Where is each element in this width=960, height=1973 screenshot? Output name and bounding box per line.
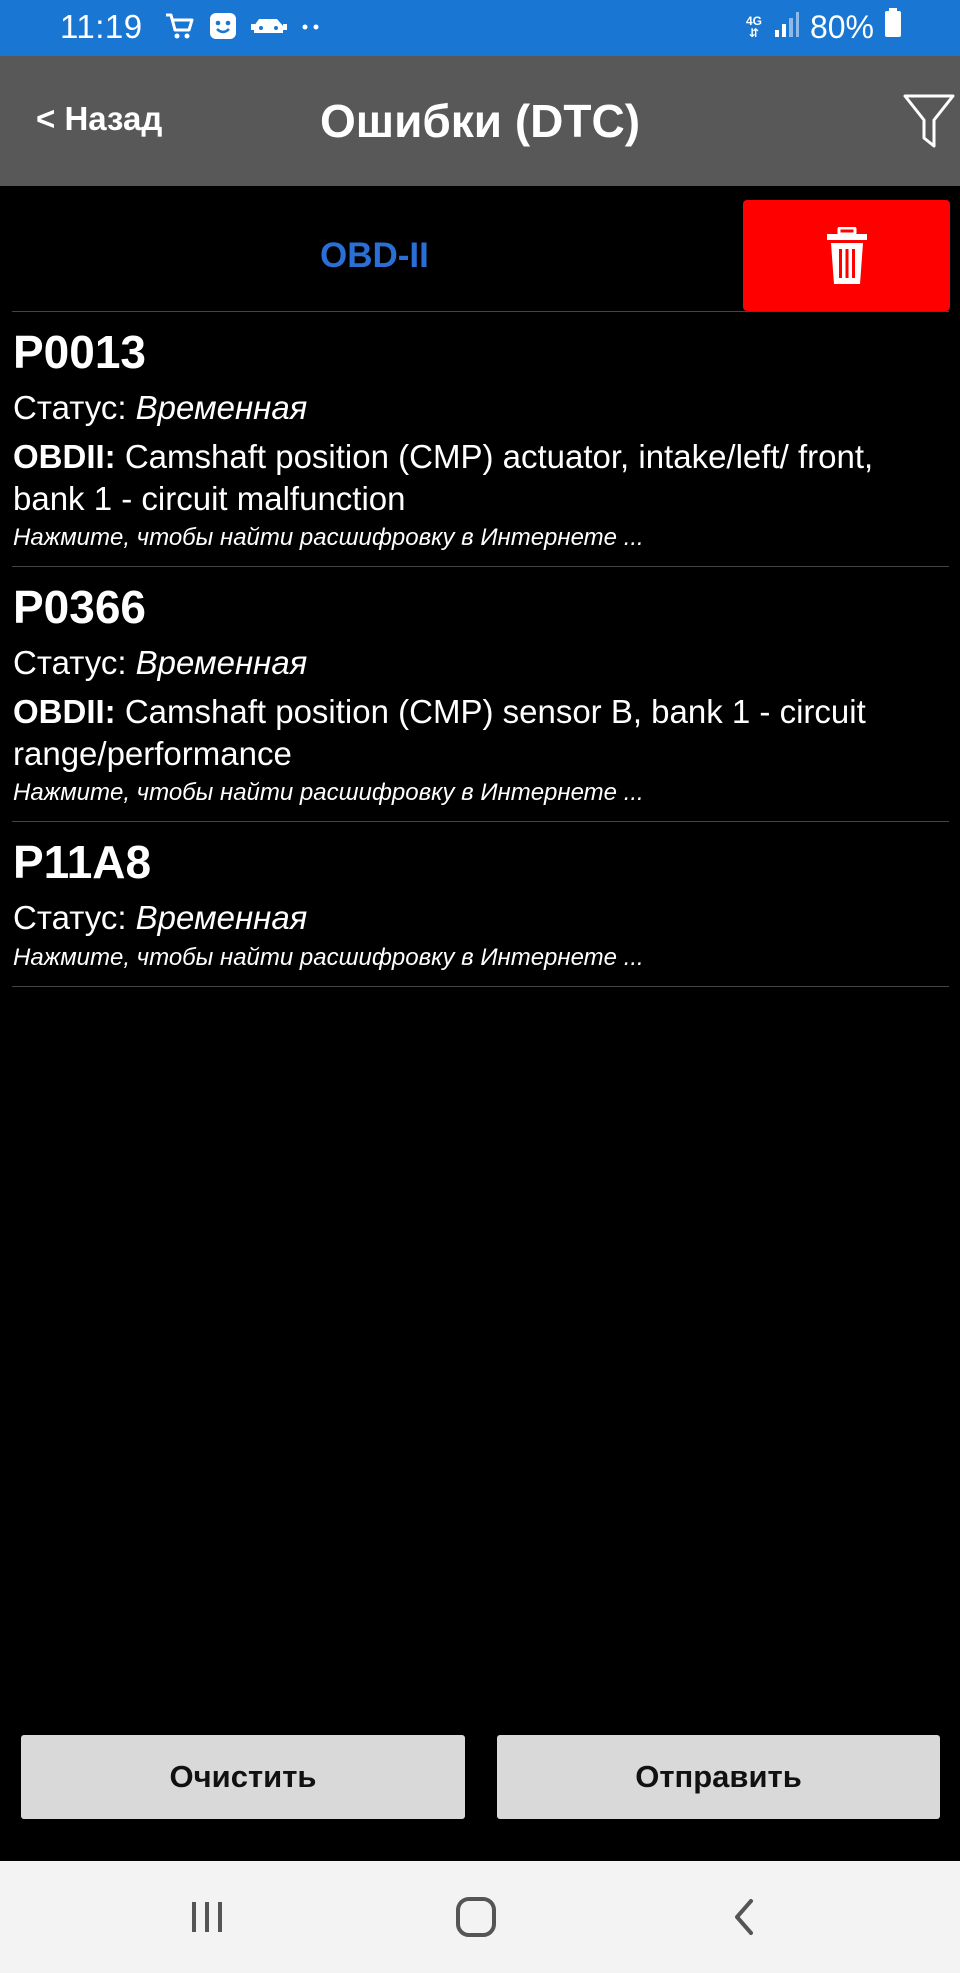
clear-button[interactable]: Очистить [21, 1735, 465, 1819]
dtc-item[interactable]: P11A8 Статус: Временная Нажмите, чтобы н… [12, 822, 949, 987]
dtc-code: P11A8 [13, 836, 152, 888]
filter-button[interactable] [902, 92, 956, 150]
dtc-source-header: OBD-II [0, 186, 960, 312]
dtc-item[interactable]: P0013 Статус: Временная OBDII: Camshaft … [12, 312, 949, 567]
dtc-code: P0366 [13, 581, 147, 633]
home-icon [456, 1897, 496, 1937]
smiley-icon [209, 12, 237, 45]
clock: 11:19 [60, 8, 143, 45]
back-icon [735, 1899, 753, 1935]
dtc-item[interactable]: P0366 Статус: Временная OBDII: Camshaft … [12, 567, 949, 822]
source-tab-label: OBD-II [320, 236, 429, 275]
filter-icon [903, 94, 955, 148]
battery-percent: 80% [809, 8, 874, 45]
send-button[interactable]: Отправить [497, 1735, 940, 1819]
dtc-search-hint[interactable]: Нажмите, чтобы найти расшифровку в Интер… [13, 942, 949, 974]
dtc-code: P0013 [13, 326, 147, 378]
trash-icon [826, 226, 867, 284]
recents-icon [192, 1902, 222, 1932]
page-title: Ошибки (DTC) [319, 95, 641, 147]
recents-button[interactable] [177, 1891, 237, 1943]
car-icon [251, 14, 287, 43]
system-status: 4G ⇵ 80% [746, 8, 902, 46]
toolbar: < Назад Ошибки (DTC) [0, 56, 960, 186]
dtc-description: OBDII: Camshaft position (CMP) sensor B,… [13, 693, 866, 772]
dtc-list: P0013 Статус: Временная OBDII: Camshaft … [12, 311, 949, 987]
system-back-button[interactable] [714, 1891, 774, 1943]
dtc-status: Статус: Временная [13, 899, 308, 936]
signal-icon [774, 9, 800, 46]
notification-icons [165, 12, 321, 44]
battery-icon [884, 8, 902, 46]
cart-icon [165, 12, 195, 45]
network-arrows-icon: 4G ⇵ [745, 14, 762, 40]
dtc-search-hint[interactable]: Нажмите, чтобы найти расшифровку в Интер… [13, 522, 949, 554]
dtc-description: OBDII: Camshaft position (CMP) actuator,… [13, 438, 874, 517]
delete-button[interactable] [743, 200, 950, 311]
dtc-status: Статус: Временная [13, 389, 308, 426]
dtc-search-hint[interactable]: Нажмите, чтобы найти расшифровку в Интер… [13, 777, 949, 809]
dtc-status: Статус: Временная [13, 644, 308, 681]
status-bar: 11:19 4G ⇵ 80% [0, 0, 960, 56]
home-button[interactable] [446, 1891, 506, 1943]
navigation-bar [0, 1861, 960, 1973]
dots-icon [301, 19, 321, 37]
